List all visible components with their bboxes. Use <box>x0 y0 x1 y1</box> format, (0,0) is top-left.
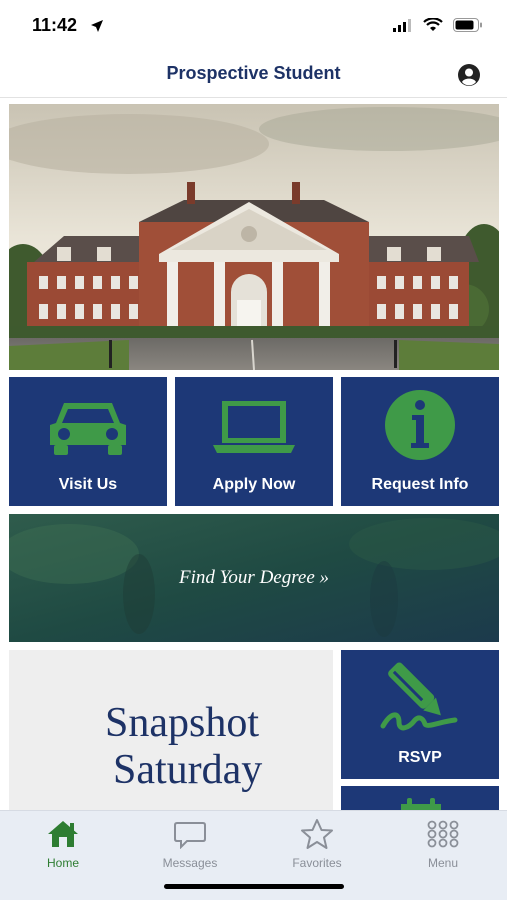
info-icon <box>385 390 455 460</box>
visit-us-label: Visit Us <box>58 476 118 493</box>
status-time: 11:42 <box>32 15 78 35</box>
rsvp-tile[interactable]: RSVP <box>341 650 499 779</box>
snapshot-saturday-card[interactable]: Snapshot Saturday <box>9 650 333 820</box>
home-icon <box>48 821 78 847</box>
status-icons <box>393 18 483 32</box>
tab-favorites-label: Favorites <box>292 856 342 870</box>
grid-dots-icon <box>427 820 459 848</box>
status-bar: 11:42 <box>0 0 507 52</box>
snapshot-title-line1: Snapshot <box>105 700 260 746</box>
car-icon <box>50 403 126 455</box>
profile-icon[interactable] <box>457 63 481 87</box>
request-info-label: Request Info <box>371 476 469 493</box>
find-your-degree-label: Find Your Degree » <box>178 567 330 588</box>
tab-messages-label: Messages <box>162 856 218 870</box>
laptop-icon <box>213 401 295 453</box>
rsvp-label: RSVP <box>398 749 442 766</box>
star-icon <box>301 819 333 849</box>
wifi-icon <box>423 18 443 31</box>
snapshot-title-line2: Saturday <box>113 747 263 793</box>
tab-home[interactable]: Home <box>13 817 113 870</box>
home-indicator <box>164 884 344 889</box>
campus-hero-image <box>9 104 499 370</box>
tab-messages[interactable]: Messages <box>140 817 240 870</box>
tab-favorites[interactable]: Favorites <box>267 817 367 870</box>
pen-signature-icon <box>380 662 458 731</box>
visit-us-tile[interactable]: Visit Us <box>9 377 167 506</box>
apply-now-tile[interactable]: Apply Now <box>175 377 333 506</box>
battery-icon <box>453 18 482 32</box>
apply-now-label: Apply Now <box>212 476 296 493</box>
tab-menu-label: Menu <box>427 856 459 870</box>
navigation-bar: Prospective Student <box>0 52 507 98</box>
campus-building-illustration <box>9 104 499 370</box>
request-info-tile[interactable]: Request Info <box>341 377 499 506</box>
cellular-signal-icon <box>393 18 411 32</box>
tab-home-label: Home <box>46 856 79 870</box>
location-arrow-icon <box>91 20 103 32</box>
tab-menu[interactable]: Menu <box>393 817 493 870</box>
chat-bubble-icon <box>174 822 206 849</box>
page-title: Prospective Student <box>166 63 341 83</box>
find-your-degree-banner[interactable]: Find Your Degree » <box>9 514 499 642</box>
